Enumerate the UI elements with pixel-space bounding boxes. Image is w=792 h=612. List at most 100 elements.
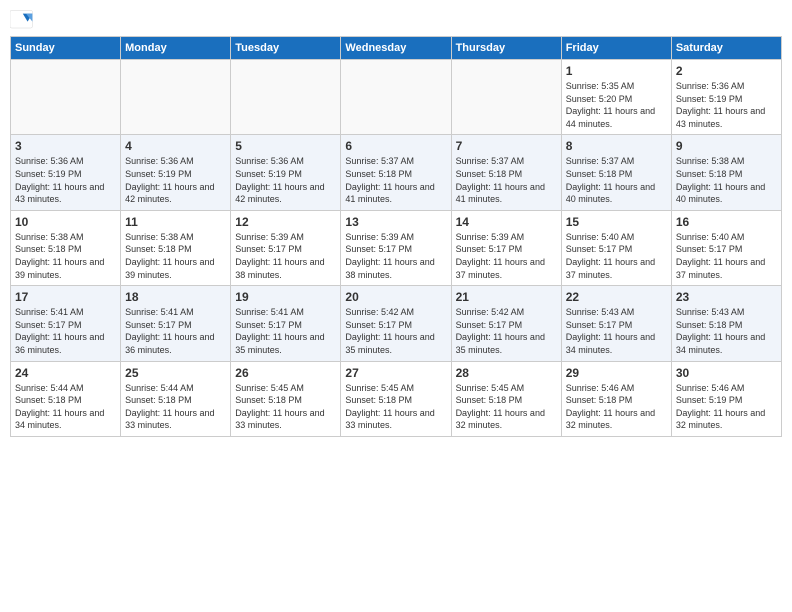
day-info: Sunrise: 5:42 AM Sunset: 5:17 PM Dayligh… bbox=[345, 306, 446, 356]
day-info: Sunrise: 5:40 AM Sunset: 5:17 PM Dayligh… bbox=[676, 231, 777, 281]
calendar-cell: 2 Sunrise: 5:36 AM Sunset: 5:19 PM Daylig… bbox=[671, 60, 781, 135]
calendar-week-5: 24Sunrise: 5:44 AM Sunset: 5:18 PM Dayli… bbox=[11, 361, 782, 436]
calendar-cell: 13 Sunrise: 5:39 AM Sunset: 5:17 PM Dayli… bbox=[341, 210, 451, 285]
day-info: Sunrise: 5:39 AM Sunset: 5:17 PM Dayligh… bbox=[235, 231, 336, 281]
day-number: 17 bbox=[15, 290, 116, 304]
calendar-cell bbox=[341, 60, 451, 135]
day-number: 19 bbox=[235, 290, 336, 304]
day-number: 29 bbox=[566, 366, 667, 380]
day-number: 20 bbox=[345, 290, 446, 304]
calendar-cell: 16 Sunrise: 5:40 AM Sunset: 5:17 PM Dayli… bbox=[671, 210, 781, 285]
day-number: 18 bbox=[125, 290, 226, 304]
calendar-cell: 4 Sunrise: 5:36 AM Sunset: 5:19 PM Daylig… bbox=[121, 135, 231, 210]
day-number: 25 bbox=[125, 366, 226, 380]
day-number: 8 bbox=[566, 139, 667, 153]
calendar-cell bbox=[451, 60, 561, 135]
day-info: Sunrise: 5:38 AM Sunset: 5:18 PM Dayligh… bbox=[15, 231, 116, 281]
day-number: 3 bbox=[15, 139, 116, 153]
calendar-cell: 9 Sunrise: 5:38 AM Sunset: 5:18 PM Daylig… bbox=[671, 135, 781, 210]
day-info: Sunrise: 5:39 AM Sunset: 5:17 PM Dayligh… bbox=[456, 231, 557, 281]
day-info: Sunrise: 5:38 AM Sunset: 5:18 PM Dayligh… bbox=[676, 155, 777, 205]
day-number: 16 bbox=[676, 215, 777, 229]
day-info: Sunrise: 5:40 AM Sunset: 5:17 PM Dayligh… bbox=[566, 231, 667, 281]
day-info: Sunrise: 5:36 AM Sunset: 5:19 PM Dayligh… bbox=[235, 155, 336, 205]
day-info: Sunrise: 5:38 AM Sunset: 5:18 PM Dayligh… bbox=[125, 231, 226, 281]
calendar-cell: 8Sunrise: 5:37 AM Sunset: 5:18 PM Daylig… bbox=[561, 135, 671, 210]
day-number: 14 bbox=[456, 215, 557, 229]
day-number: 11 bbox=[125, 215, 226, 229]
day-number: 28 bbox=[456, 366, 557, 380]
calendar-header-thursday: Thursday bbox=[451, 37, 561, 60]
day-number: 12 bbox=[235, 215, 336, 229]
calendar-cell: 1 Sunrise: 5:35 AM Sunset: 5:20 PM Daylig… bbox=[561, 60, 671, 135]
calendar-cell: 7 Sunrise: 5:37 AM Sunset: 5:18 PM Daylig… bbox=[451, 135, 561, 210]
day-number: 6 bbox=[345, 139, 446, 153]
day-number: 2 bbox=[676, 64, 777, 78]
day-info: Sunrise: 5:41 AM Sunset: 5:17 PM Dayligh… bbox=[15, 306, 116, 356]
calendar-cell: 30 Sunrise: 5:46 AM Sunset: 5:19 PM Dayli… bbox=[671, 361, 781, 436]
day-number: 22 bbox=[566, 290, 667, 304]
calendar-cell bbox=[11, 60, 121, 135]
calendar-cell: 27Sunrise: 5:45 AM Sunset: 5:18 PM Dayli… bbox=[341, 361, 451, 436]
calendar-cell: 18 Sunrise: 5:41 AM Sunset: 5:17 PM Dayli… bbox=[121, 286, 231, 361]
calendar-cell: 29 Sunrise: 5:46 AM Sunset: 5:18 PM Dayli… bbox=[561, 361, 671, 436]
calendar-header-saturday: Saturday bbox=[671, 37, 781, 60]
day-info: Sunrise: 5:43 AM Sunset: 5:18 PM Dayligh… bbox=[676, 306, 777, 356]
calendar-week-2: 3 Sunrise: 5:36 AM Sunset: 5:19 PM Daylig… bbox=[11, 135, 782, 210]
calendar-cell: 3 Sunrise: 5:36 AM Sunset: 5:19 PM Daylig… bbox=[11, 135, 121, 210]
day-number: 26 bbox=[235, 366, 336, 380]
day-info: Sunrise: 5:44 AM Sunset: 5:18 PM Dayligh… bbox=[15, 382, 116, 432]
day-info: Sunrise: 5:43 AM Sunset: 5:17 PM Dayligh… bbox=[566, 306, 667, 356]
day-info: Sunrise: 5:42 AM Sunset: 5:17 PM Dayligh… bbox=[456, 306, 557, 356]
day-info: Sunrise: 5:41 AM Sunset: 5:17 PM Dayligh… bbox=[125, 306, 226, 356]
calendar-header-friday: Friday bbox=[561, 37, 671, 60]
calendar-header-sunday: Sunday bbox=[11, 37, 121, 60]
day-info: Sunrise: 5:46 AM Sunset: 5:18 PM Dayligh… bbox=[566, 382, 667, 432]
calendar-cell: 6 Sunrise: 5:37 AM Sunset: 5:18 PM Daylig… bbox=[341, 135, 451, 210]
day-number: 7 bbox=[456, 139, 557, 153]
calendar-table: SundayMondayTuesdayWednesdayThursdayFrid… bbox=[10, 36, 782, 437]
day-info: Sunrise: 5:37 AM Sunset: 5:18 PM Dayligh… bbox=[345, 155, 446, 205]
day-info: Sunrise: 5:36 AM Sunset: 5:19 PM Dayligh… bbox=[15, 155, 116, 205]
day-info: Sunrise: 5:36 AM Sunset: 5:19 PM Dayligh… bbox=[125, 155, 226, 205]
calendar-cell: 17 Sunrise: 5:41 AM Sunset: 5:17 PM Dayli… bbox=[11, 286, 121, 361]
calendar-cell: 23 Sunrise: 5:43 AM Sunset: 5:18 PM Dayli… bbox=[671, 286, 781, 361]
calendar-week-4: 17 Sunrise: 5:41 AM Sunset: 5:17 PM Dayli… bbox=[11, 286, 782, 361]
day-info: Sunrise: 5:35 AM Sunset: 5:20 PM Dayligh… bbox=[566, 80, 667, 130]
day-number: 27 bbox=[345, 366, 446, 380]
day-info: Sunrise: 5:45 AM Sunset: 5:18 PM Dayligh… bbox=[456, 382, 557, 432]
day-number: 9 bbox=[676, 139, 777, 153]
calendar-cell bbox=[121, 60, 231, 135]
logo-icon bbox=[10, 10, 34, 30]
calendar-cell: 21Sunrise: 5:42 AM Sunset: 5:17 PM Dayli… bbox=[451, 286, 561, 361]
calendar-header-wednesday: Wednesday bbox=[341, 37, 451, 60]
calendar-cell: 26 Sunrise: 5:45 AM Sunset: 5:18 PM Dayli… bbox=[231, 361, 341, 436]
calendar-cell: 10 Sunrise: 5:38 AM Sunset: 5:18 PM Dayli… bbox=[11, 210, 121, 285]
calendar-header-row: SundayMondayTuesdayWednesdayThursdayFrid… bbox=[11, 37, 782, 60]
calendar-cell: 12 Sunrise: 5:39 AM Sunset: 5:17 PM Dayli… bbox=[231, 210, 341, 285]
day-info: Sunrise: 5:36 AM Sunset: 5:19 PM Dayligh… bbox=[676, 80, 777, 130]
calendar-cell: 15 Sunrise: 5:40 AM Sunset: 5:17 PM Dayli… bbox=[561, 210, 671, 285]
day-number: 30 bbox=[676, 366, 777, 380]
calendar-cell: 14 Sunrise: 5:39 AM Sunset: 5:17 PM Dayli… bbox=[451, 210, 561, 285]
day-number: 15 bbox=[566, 215, 667, 229]
calendar-cell: 22 Sunrise: 5:43 AM Sunset: 5:17 PM Dayli… bbox=[561, 286, 671, 361]
day-number: 4 bbox=[125, 139, 226, 153]
day-number: 23 bbox=[676, 290, 777, 304]
calendar-header-tuesday: Tuesday bbox=[231, 37, 341, 60]
calendar-cell: 19Sunrise: 5:41 AM Sunset: 5:17 PM Dayli… bbox=[231, 286, 341, 361]
day-number: 13 bbox=[345, 215, 446, 229]
calendar-cell: 11 Sunrise: 5:38 AM Sunset: 5:18 PM Dayli… bbox=[121, 210, 231, 285]
calendar-header-monday: Monday bbox=[121, 37, 231, 60]
calendar-cell: 25Sunrise: 5:44 AM Sunset: 5:18 PM Dayli… bbox=[121, 361, 231, 436]
day-info: Sunrise: 5:37 AM Sunset: 5:18 PM Dayligh… bbox=[456, 155, 557, 205]
calendar-cell: 5Sunrise: 5:36 AM Sunset: 5:19 PM Daylig… bbox=[231, 135, 341, 210]
logo bbox=[10, 10, 38, 30]
day-info: Sunrise: 5:39 AM Sunset: 5:17 PM Dayligh… bbox=[345, 231, 446, 281]
day-info: Sunrise: 5:46 AM Sunset: 5:19 PM Dayligh… bbox=[676, 382, 777, 432]
day-number: 10 bbox=[15, 215, 116, 229]
day-number: 1 bbox=[566, 64, 667, 78]
day-info: Sunrise: 5:45 AM Sunset: 5:18 PM Dayligh… bbox=[235, 382, 336, 432]
calendar-cell: 24Sunrise: 5:44 AM Sunset: 5:18 PM Dayli… bbox=[11, 361, 121, 436]
page-header bbox=[10, 10, 782, 30]
